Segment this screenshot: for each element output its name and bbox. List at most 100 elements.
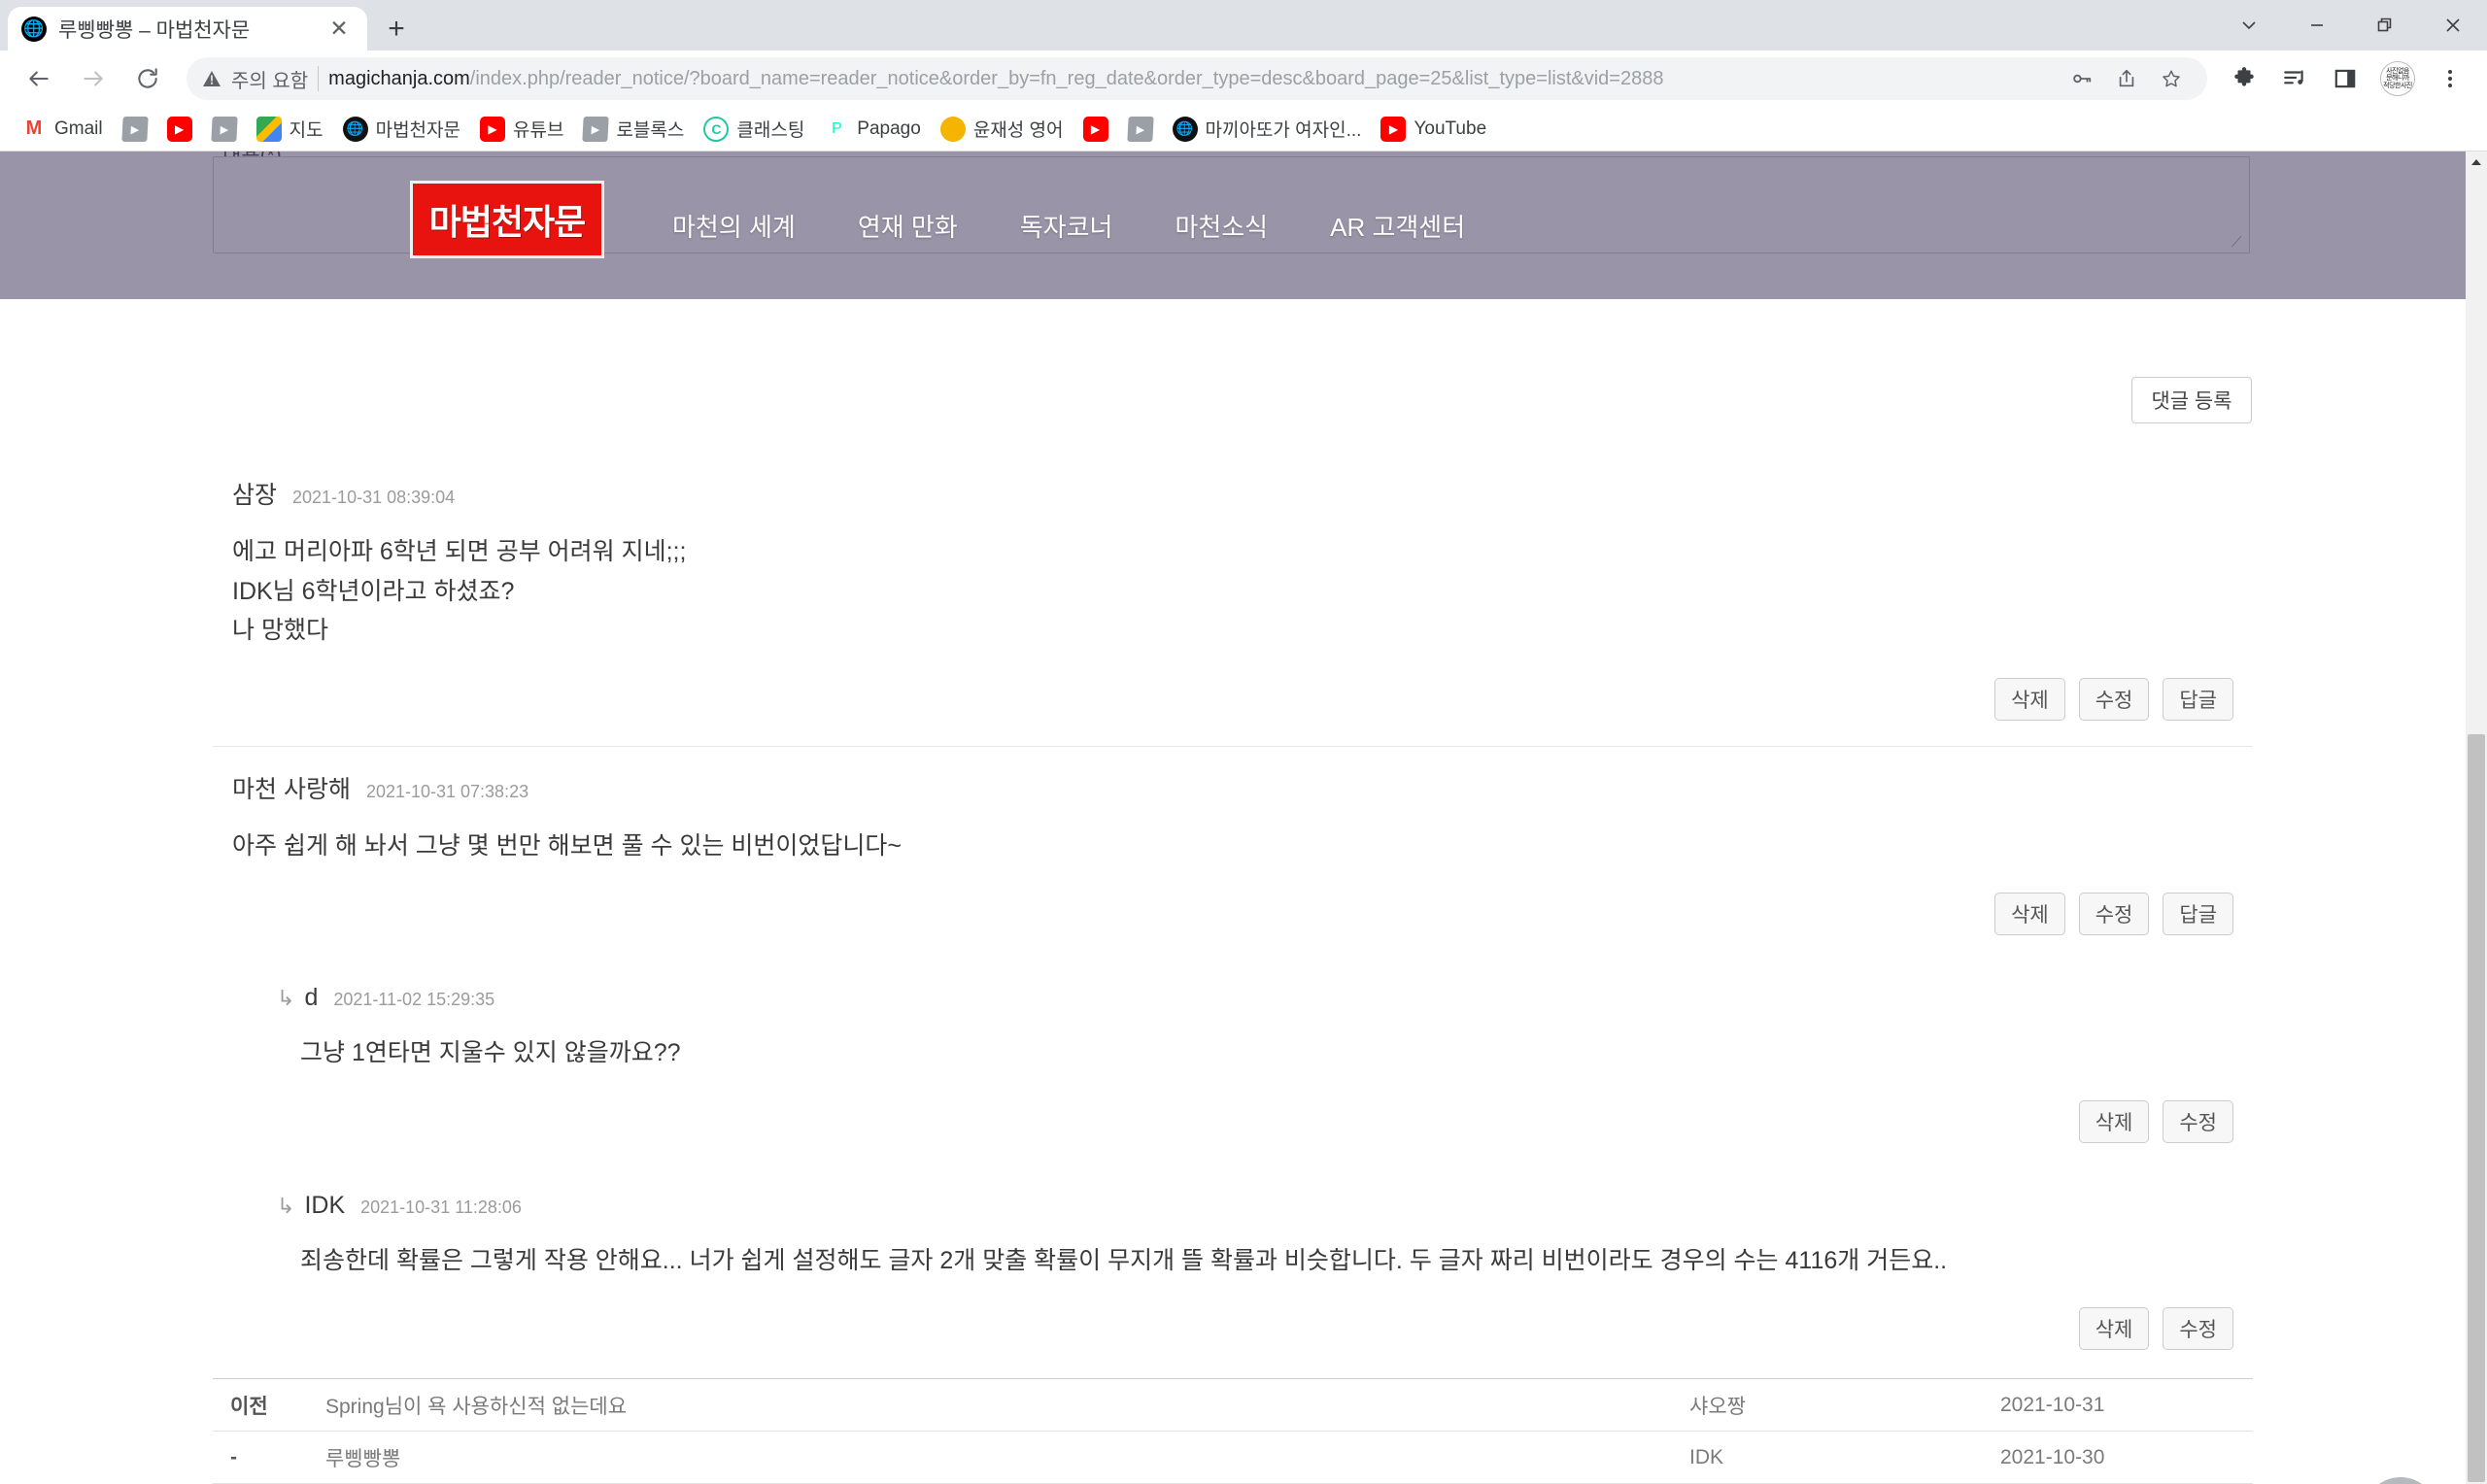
submit-comment-button[interactable]: 댓글 등록 bbox=[2131, 377, 2252, 423]
bookmark-label: 마법천자문 bbox=[375, 120, 460, 141]
bookmark-item[interactable]: C 클래스팅 bbox=[696, 112, 812, 146]
comment-author: 마천 사랑해 bbox=[232, 775, 351, 803]
google-maps-icon bbox=[256, 116, 282, 142]
media-playlist-icon[interactable] bbox=[2271, 53, 2318, 104]
gray-page-icon: ▶ bbox=[210, 116, 238, 142]
bookmark-item[interactable]: P Papago bbox=[816, 113, 929, 146]
bookmark-item[interactable]: ▶ 로블록스 bbox=[575, 112, 692, 146]
tab-title: 루삥빵뽕 – 마법천자문 bbox=[58, 18, 251, 42]
bookmark-label: YouTube bbox=[1414, 118, 1487, 139]
close-tab-icon[interactable]: ✕ bbox=[324, 16, 354, 42]
delete-button[interactable]: 삭제 bbox=[1994, 677, 2065, 721]
forward-icon[interactable] bbox=[68, 53, 119, 104]
gray-page-icon: ▶ bbox=[582, 116, 610, 142]
bookmark-item[interactable]: 🌐 마끼아또가 여자인... bbox=[1165, 112, 1370, 146]
bookmark-item[interactable]: ▶ bbox=[115, 113, 155, 146]
bookmark-item[interactable]: 윤재성 영어 bbox=[933, 112, 1072, 146]
bookmark-item[interactable]: ▶ 유튜브 bbox=[472, 112, 571, 146]
delete-button[interactable]: 삭제 bbox=[1994, 893, 2065, 935]
three-dot-menu-icon[interactable] bbox=[2427, 53, 2473, 104]
share-icon[interactable] bbox=[2106, 58, 2147, 99]
bookmark-item[interactable]: ▶ bbox=[204, 113, 245, 146]
minimize-icon[interactable] bbox=[2283, 0, 2351, 51]
comment-date: 2021-10-31 07:38:23 bbox=[365, 781, 529, 801]
comment-line: 나 망했다 bbox=[232, 617, 328, 644]
bookmark-label: 클래스팅 bbox=[736, 120, 805, 141]
new-tab-button[interactable]: + bbox=[373, 7, 420, 51]
back-icon[interactable] bbox=[14, 53, 64, 104]
reply-arrow-icon: ↳ bbox=[277, 986, 295, 1010]
site-nav-item[interactable]: 마천의 세계 bbox=[641, 208, 827, 244]
page-content: 내용(*) ⟋ 댓글 등록 마법천자문 마천의 세계연재 만화독자코너마천소식A… bbox=[0, 152, 2466, 1484]
site-logo[interactable]: 마법천자문 bbox=[410, 181, 604, 258]
omnibox-divider bbox=[318, 66, 320, 91]
papago-icon: P bbox=[824, 116, 850, 142]
bookmark-label: 로블록스 bbox=[616, 120, 685, 141]
bookmark-item[interactable]: 🌐 마법천자문 bbox=[335, 112, 468, 146]
comment-line: IDK님 6학년이라고 하셨죠? bbox=[232, 577, 515, 605]
bookmark-label: 윤재성 영어 bbox=[972, 120, 1064, 141]
scrollbar-thumb[interactable] bbox=[2468, 734, 2485, 1482]
bookmark-item[interactable]: 지도 bbox=[249, 112, 331, 146]
reply-button[interactable]: 답글 bbox=[2163, 893, 2233, 935]
table-row[interactable]: 이전 Spring님이 욕 사용하신적 없는데요 샤오짱 2021-10-31 bbox=[213, 1379, 2253, 1432]
comment-actions: 삭제 수정 답글 bbox=[213, 865, 2253, 961]
bookmark-label: 마끼아또가 여자인... bbox=[1205, 120, 1362, 141]
comment-reply: ↳ IDK 2021-10-31 11:28:06 죄송한데 확률은 그렇게 작용 안… bbox=[257, 1168, 2253, 1376]
reply-button[interactable]: 답글 bbox=[2163, 677, 2233, 721]
comment-date: 2021-10-31 08:39:04 bbox=[292, 488, 456, 507]
sidebar-panel-icon[interactable] bbox=[2322, 53, 2368, 104]
omnibox-actions bbox=[2061, 58, 2192, 99]
orange-circle-icon bbox=[939, 116, 966, 142]
comment-author: IDK bbox=[304, 1191, 346, 1219]
comment-header: ↳ d 2021-11-02 15:29:35 bbox=[257, 961, 2253, 1012]
bookmark-label: Gmail bbox=[54, 118, 103, 139]
window-controls bbox=[2215, 0, 2487, 51]
table-row[interactable]: - 루삥빵뽕 IDK 2021-10-30 bbox=[213, 1432, 2253, 1484]
browser-window: 🌐 루삥빵뽕 – 마법천자문 ✕ + 주의 요함 magichanja.com/… bbox=[0, 0, 2487, 1484]
bookmark-item[interactable]: ▶ bbox=[1120, 113, 1161, 146]
restore-icon[interactable] bbox=[2351, 0, 2419, 51]
site-nav-item[interactable]: 독자코너 bbox=[989, 208, 1144, 244]
browser-tab[interactable]: 🌐 루삥빵뽕 – 마법천자문 ✕ bbox=[8, 7, 367, 51]
site-nav-item[interactable]: 마천소식 bbox=[1143, 208, 1299, 244]
comment-date: 2021-11-02 15:29:35 bbox=[333, 990, 495, 1009]
youtube-icon: ▶ bbox=[166, 116, 192, 142]
bookmark-item[interactable]: M Gmail bbox=[14, 113, 111, 146]
edit-button[interactable]: 수정 bbox=[2078, 893, 2150, 935]
edit-button[interactable]: 수정 bbox=[2163, 1099, 2233, 1143]
key-icon[interactable] bbox=[2061, 58, 2102, 99]
page-scrollbar[interactable] bbox=[2466, 152, 2487, 1484]
edit-button[interactable]: 수정 bbox=[2078, 677, 2150, 721]
comment-line: 아주 쉽게 해 놔서 그냥 몇 번만 해보면 풀 수 있는 비번이었답니다~ bbox=[232, 831, 903, 860]
url-text: magichanja.com/index.php/reader_notice/?… bbox=[328, 68, 1663, 90]
security-warning-icon bbox=[202, 69, 221, 88]
extensions-puzzle-icon[interactable] bbox=[2221, 53, 2267, 104]
comment-reply: ↳ d 2021-11-02 15:29:35 그냥 1연타면 지울수 있지 않을까요… bbox=[257, 961, 2253, 1168]
reload-icon[interactable] bbox=[122, 53, 173, 104]
profile-avatar[interactable]: 사진없음 문해니까 적당한사진 bbox=[2380, 61, 2415, 96]
edit-button[interactable]: 수정 bbox=[2163, 1307, 2233, 1350]
delete-button[interactable]: 삭제 bbox=[2078, 1099, 2150, 1143]
comment-date: 2021-10-31 11:28:06 bbox=[360, 1197, 522, 1217]
browser-toolbar: 주의 요함 magichanja.com/index.php/reader_no… bbox=[0, 51, 2487, 107]
post-nav-title: 루삥빵뽕 bbox=[325, 1447, 401, 1470]
comment-author: 삼장 bbox=[232, 482, 278, 509]
address-bar[interactable]: 주의 요함 magichanja.com/index.php/reader_no… bbox=[187, 57, 2207, 100]
scrollbar-up-arrow-icon[interactable] bbox=[2466, 152, 2487, 173]
youtube-icon: ▶ bbox=[1082, 116, 1108, 142]
bookmark-item[interactable]: ▶ YouTube bbox=[1373, 113, 1494, 146]
site-nav-item[interactable]: AR 고객센터 bbox=[1299, 208, 1496, 244]
chevron-down-icon[interactable] bbox=[2215, 0, 2283, 51]
bookmark-star-icon[interactable] bbox=[2151, 58, 2192, 99]
close-icon[interactable] bbox=[2419, 0, 2487, 51]
url-host: magichanja.com bbox=[328, 67, 470, 89]
bookmark-item[interactable]: ▶ bbox=[1075, 113, 1116, 146]
comment-header: 마천 사랑해 2021-10-31 07:38:23 bbox=[213, 747, 2253, 805]
site-header: 마법천자문 마천의 세계 연재 만화 독자코너 마천소식 AR 고객센터 bbox=[0, 152, 2466, 299]
site-nav-item[interactable]: 연재 만화 bbox=[827, 208, 989, 244]
post-navigation-table: 이전 Spring님이 욕 사용하신적 없는데요 샤오짱 2021-10-31 - 루삥빵… bbox=[213, 1378, 2253, 1484]
delete-button[interactable]: 삭제 bbox=[2078, 1307, 2150, 1350]
bookmark-item[interactable]: ▶ bbox=[159, 113, 200, 146]
scroll-to-top-button[interactable] bbox=[2364, 1477, 2437, 1484]
